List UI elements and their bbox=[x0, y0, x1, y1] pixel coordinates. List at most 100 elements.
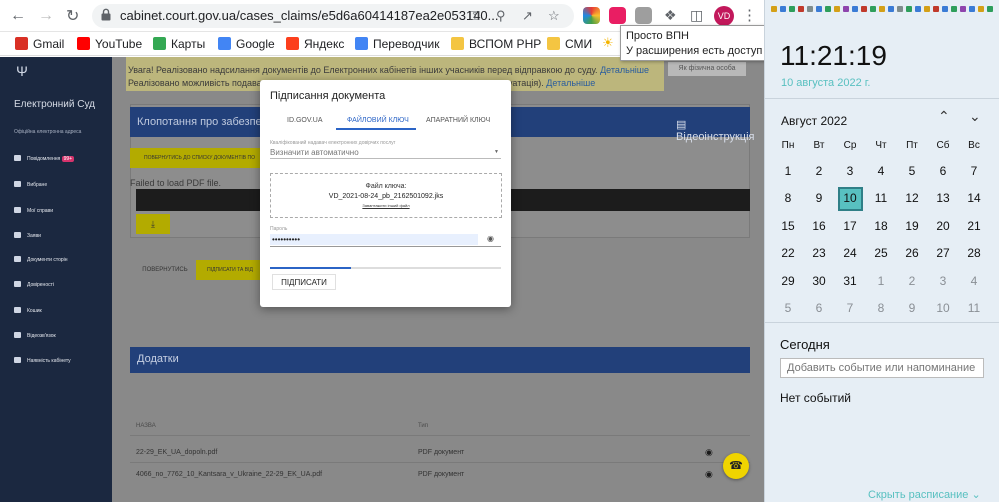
calendar-day[interactable]: 27 bbox=[931, 246, 955, 260]
tray-icon[interactable] bbox=[843, 6, 849, 12]
tab-file-key[interactable]: ФАЙЛОВИЙ КЛЮЧ bbox=[347, 117, 409, 124]
bookmark-google[interactable]: Google bbox=[218, 37, 275, 51]
sidebar-item-claims[interactable]: Заяви bbox=[14, 232, 41, 239]
side-panel-icon[interactable]: ◫ bbox=[690, 7, 703, 24]
back-arrow-icon[interactable]: ← bbox=[10, 7, 26, 25]
toggle-visibility-icon[interactable]: ◉ bbox=[487, 234, 494, 243]
calendar-day[interactable]: 8 bbox=[869, 301, 893, 315]
calendar-day[interactable]: 6 bbox=[807, 301, 831, 315]
view-eye-icon[interactable]: ◉ bbox=[705, 447, 713, 458]
video-instruction-link[interactable]: ▤ Відеоінструкція bbox=[676, 118, 764, 143]
tray-icon[interactable] bbox=[807, 6, 813, 12]
tray-icon[interactable] bbox=[816, 6, 822, 12]
hide-schedule-link[interactable]: Скрыть расписание ⌄ bbox=[868, 488, 981, 501]
view-eye-icon[interactable]: ◉ bbox=[705, 469, 713, 480]
notice-details-link-2[interactable]: Детальніше bbox=[546, 78, 595, 88]
sign-button[interactable]: ПІДПИСАТИ bbox=[272, 274, 336, 290]
sign-and-send-button[interactable]: ПІДПИСАТИ ТА ВІД bbox=[196, 260, 264, 280]
sidebar-item-powers-of-attorney[interactable]: Довіреності bbox=[14, 281, 54, 288]
calendar-day[interactable]: 12 bbox=[900, 191, 924, 205]
calendar-day[interactable]: 11 bbox=[869, 191, 893, 205]
tray-icon[interactable] bbox=[951, 6, 957, 12]
calendar-day[interactable]: 10 bbox=[838, 191, 862, 205]
previous-month-chevron-icon[interactable]: ⌃ bbox=[938, 108, 950, 125]
calendar-day[interactable]: 21 bbox=[962, 219, 986, 233]
forward-arrow-icon[interactable]: → bbox=[38, 7, 54, 25]
calendar-day[interactable]: 14 bbox=[962, 191, 986, 205]
tray-icon[interactable] bbox=[915, 6, 921, 12]
calendar-day[interactable]: 16 bbox=[807, 219, 831, 233]
sidebar-item-my-cases[interactable]: Мої справи bbox=[14, 207, 53, 214]
calendar-day[interactable]: 4 bbox=[869, 164, 893, 178]
tray-icon[interactable] bbox=[897, 6, 903, 12]
calendar-day[interactable]: 17 bbox=[838, 219, 862, 233]
more-menu-icon[interactable]: ⋮ bbox=[742, 6, 757, 24]
calendar-day[interactable]: 1 bbox=[776, 164, 800, 178]
calendar-day[interactable]: 9 bbox=[807, 191, 831, 205]
calendar-day[interactable]: 9 bbox=[900, 301, 924, 315]
calendar-day[interactable]: 30 bbox=[807, 274, 831, 288]
calendar-day[interactable]: 3 bbox=[931, 274, 955, 288]
calendar-day[interactable]: 5 bbox=[900, 164, 924, 178]
calendar-day[interactable]: 31 bbox=[838, 274, 862, 288]
person-type-badge[interactable]: Як фізична особа bbox=[668, 62, 746, 76]
calendar-day[interactable]: 7 bbox=[962, 164, 986, 178]
notice-details-link[interactable]: Детальніше bbox=[600, 65, 649, 75]
puzzle-extensions-icon[interactable]: ❖ bbox=[664, 7, 677, 24]
calendar-day[interactable]: 2 bbox=[807, 164, 831, 178]
dropdown-arrow-icon[interactable]: ▼ bbox=[494, 149, 499, 155]
tray-icon[interactable] bbox=[888, 6, 894, 12]
calendar-month-title[interactable]: Август 2022 bbox=[781, 114, 847, 128]
clock-date-link[interactable]: 10 августа 2022 г. bbox=[781, 77, 870, 89]
tray-icon[interactable] bbox=[870, 6, 876, 12]
file-name[interactable]: 4066_no_7762_10_Kantsara_v_Ukraine_22-29… bbox=[136, 471, 322, 478]
calendar-day[interactable]: 6 bbox=[931, 164, 955, 178]
tab-hardware-key[interactable]: АПАРАТНИЙ КЛЮЧ bbox=[426, 117, 490, 124]
url-text[interactable]: cabinet.court.gov.ua/cases_claims/e5d6a6… bbox=[120, 8, 499, 23]
bookmark-gmail[interactable]: Gmail bbox=[15, 37, 64, 51]
calendar-day[interactable]: 7 bbox=[838, 301, 862, 315]
calendar-day[interactable]: 13 bbox=[931, 191, 955, 205]
calendar-day[interactable]: 28 bbox=[962, 246, 986, 260]
calendar-day[interactable]: 29 bbox=[776, 274, 800, 288]
tray-icon[interactable] bbox=[933, 6, 939, 12]
calendar-day[interactable]: 25 bbox=[869, 246, 893, 260]
bookmark-folder-smi[interactable]: СМИ bbox=[547, 37, 592, 51]
download-icon[interactable]: ⤓ bbox=[136, 214, 170, 234]
calendar-day[interactable]: 26 bbox=[900, 246, 924, 260]
sidebar-item-cabinet-check[interactable]: Наявність кабінету bbox=[14, 357, 71, 364]
next-month-chevron-icon[interactable]: ⌄ bbox=[969, 108, 981, 125]
bookmark-translate[interactable]: Переводчик bbox=[355, 37, 440, 51]
calendar-day[interactable]: 1 bbox=[869, 274, 893, 288]
tray-icon[interactable] bbox=[861, 6, 867, 12]
calendar-day[interactable]: 11 bbox=[962, 301, 986, 315]
reload-icon[interactable]: ↻ bbox=[66, 6, 79, 26]
extension-color-icon[interactable] bbox=[583, 7, 600, 24]
bookmark-youtube[interactable]: YouTube bbox=[77, 37, 142, 51]
tray-icon[interactable] bbox=[960, 6, 966, 12]
back-button[interactable]: ПОВЕРНУТИСЬ bbox=[137, 263, 193, 277]
calendar-day[interactable]: 3 bbox=[838, 164, 862, 178]
calendar-day[interactable]: 8 bbox=[776, 191, 800, 205]
tray-icon[interactable] bbox=[834, 6, 840, 12]
tray-icon[interactable] bbox=[825, 6, 831, 12]
vpn-extension-icon[interactable] bbox=[609, 7, 626, 24]
calendar-day[interactable]: 15 bbox=[776, 219, 800, 233]
provider-select[interactable]: Визначити автоматично bbox=[270, 148, 359, 157]
phone-call-icon[interactable]: ☎ bbox=[723, 453, 749, 479]
tray-icon[interactable] bbox=[780, 6, 786, 12]
calendar-day[interactable]: 10 bbox=[931, 301, 955, 315]
sidebar-item-favorites[interactable]: Вибране bbox=[14, 181, 47, 188]
zoom-icon[interactable]: ⚲ bbox=[496, 8, 506, 24]
sidebar-item-video-call[interactable]: Відеозв'язок bbox=[14, 332, 56, 339]
upload-other-file-link[interactable]: Завантажити інший файл bbox=[270, 203, 502, 208]
calendar-day[interactable]: 18 bbox=[869, 219, 893, 233]
key-icon[interactable]: ⚿ bbox=[470, 8, 480, 24]
tray-icon[interactable] bbox=[789, 6, 795, 12]
tray-icon[interactable] bbox=[942, 6, 948, 12]
calendar-day[interactable]: 22 bbox=[776, 246, 800, 260]
lock-icon[interactable] bbox=[100, 8, 112, 21]
tray-icon[interactable] bbox=[969, 6, 975, 12]
calendar-day[interactable]: 24 bbox=[838, 246, 862, 260]
file-name[interactable]: 22-29_EK_UA_dopoln.pdf bbox=[136, 449, 217, 456]
